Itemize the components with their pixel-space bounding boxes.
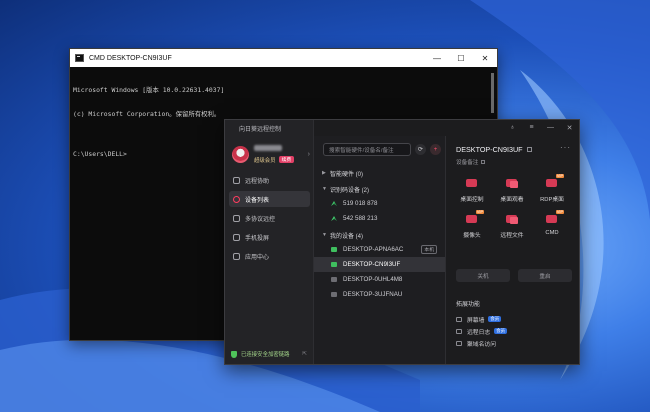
local-tag: 本机 <box>421 245 437 254</box>
chevron-right-icon[interactable]: › <box>308 151 310 158</box>
camera-button[interactable]: VIP 摄像头 <box>452 210 492 239</box>
desktop-view-icon <box>504 176 520 190</box>
secure-status: 已连接安全加密链路 ⇱ <box>231 350 307 358</box>
minimize-button[interactable]: — <box>425 49 449 67</box>
group-id-devices[interactable]: ▼ 识别码设备 (2) <box>314 182 445 196</box>
remote-app-window[interactable]: 超级会员 续费 › 远程协助 设备列表 多协议远控 手机投屏 应用中心 已连接安… <box>224 119 580 365</box>
app-title: 向日葵远程控制 <box>239 127 282 133</box>
device-list-panel: 搜索智能硬件/设备名/备注 ⟳ + ▶ 智能硬件 (0) ▼ 识别码设备 (2) 5… <box>314 136 446 364</box>
more-options-icon[interactable]: ··· <box>560 143 571 152</box>
device-row[interactable]: DESKTOP-APNA6AC 本机 <box>314 242 445 257</box>
renew-badge[interactable]: 续费 <box>278 156 295 163</box>
edit-icon[interactable] <box>526 147 532 152</box>
cmd-button[interactable]: VIP CMD <box>532 210 572 239</box>
refresh-button[interactable]: ⟳ <box>415 144 426 155</box>
device-row-selected[interactable]: DESKTOP-CN9I3UF <box>314 257 445 272</box>
console-line: (c) Microsoft Corporation。保留所有权利。 <box>73 110 221 118</box>
device-row[interactable]: DESKTOP-0UHL4M8 <box>314 272 445 287</box>
sidebar-item-screen-mirror[interactable]: 手机投屏 <box>229 229 310 245</box>
folder-icon <box>504 212 520 226</box>
offline-icon <box>331 292 337 297</box>
menu-icon[interactable]: ≡ <box>522 124 541 132</box>
chevron-right-icon: ▶ <box>322 170 326 176</box>
device-row[interactable]: 542 588 213 <box>314 211 445 226</box>
log-icon <box>456 328 462 334</box>
screen-wall-item[interactable]: 屏幕墙 会员 <box>456 313 507 325</box>
extended-features-title: 拓展功能 <box>456 302 481 308</box>
username <box>254 144 294 153</box>
screen-wall-icon <box>456 316 462 322</box>
terminal-icon: VIP <box>544 210 564 226</box>
edit-icon[interactable] <box>481 160 486 164</box>
grid-icon <box>233 252 240 260</box>
notification-icon[interactable]: ♁ <box>503 124 522 132</box>
member-badge: 会员 <box>494 328 507 334</box>
user-profile[interactable]: 超级会员 续费 › <box>232 144 310 164</box>
sidebar-item-app-center[interactable]: 应用中心 <box>229 248 310 264</box>
device-row[interactable]: DESKTOP-3UJFNAU <box>314 287 445 302</box>
domain-access-item[interactable]: 聚域名访问 <box>456 337 507 349</box>
online-icon <box>331 247 337 252</box>
desktop-control-button[interactable]: 桌面控制 <box>452 176 492 203</box>
link-icon <box>331 216 337 221</box>
offline-icon <box>331 277 337 282</box>
close-button[interactable]: ✕ <box>560 124 579 132</box>
chevron-down-icon: ▼ <box>322 186 327 192</box>
sidebar-item-device-list[interactable]: 设备列表 <box>229 191 310 207</box>
minimize-button[interactable]: — <box>541 124 560 132</box>
membership-label: 超级会员 <box>254 157 276 164</box>
device-row[interactable]: 519 018 878 <box>314 196 445 211</box>
restart-button[interactable]: 重启 <box>518 269 572 282</box>
link-icon <box>331 201 337 206</box>
cmd-title: CMD DESKTOP-CN9I3UF <box>89 54 172 62</box>
online-icon <box>331 262 337 267</box>
assist-icon <box>233 176 240 184</box>
device-detail-panel: DESKTOP-CN9I3UF ··· 设备备注 桌面控制 桌面观看 VIP RD… <box>446 136 579 364</box>
device-list-icon <box>233 195 240 203</box>
cmd-titlebar[interactable]: CMD DESKTOP-CN9I3UF — ☐ ✕ <box>70 49 497 67</box>
sidebar-item-multi-protocol[interactable]: 多协议远控 <box>229 210 310 226</box>
search-input[interactable]: 搜索智能硬件/设备名/备注 <box>323 143 411 156</box>
group-smart-hardware[interactable]: ▶ 智能硬件 (0) <box>314 166 445 180</box>
sidebar: 超级会员 续费 › 远程协助 设备列表 多协议远控 手机投屏 应用中心 已连接安… <box>225 120 314 364</box>
member-badge: 会员 <box>488 316 502 322</box>
device-note: 设备备注 <box>456 160 479 166</box>
app-titlebar[interactable]: 向日葵远程控制 ♁ ≡ — ✕ <box>239 120 579 136</box>
globe-icon <box>456 340 462 346</box>
console-line: Microsoft Windows [版本 10.0.22631.4037] <box>73 86 225 94</box>
protocol-icon <box>233 214 240 222</box>
device-name: DESKTOP-CN9I3UF <box>456 145 523 154</box>
desktop-control-icon <box>464 176 480 190</box>
avatar[interactable] <box>232 145 249 163</box>
terminal-icon <box>75 54 84 62</box>
desktop-view-button[interactable]: 桌面观看 <box>492 176 532 203</box>
rdp-desktop-button[interactable]: VIP RDP桌面 <box>532 174 572 203</box>
shield-icon <box>231 350 237 358</box>
monitor-icon <box>233 233 240 241</box>
rdp-icon: VIP <box>544 174 564 190</box>
sidebar-item-remote-assist[interactable]: 远程协助 <box>229 172 310 188</box>
shutdown-button[interactable]: 关机 <box>456 269 510 282</box>
logout-icon[interactable]: ⇱ <box>302 351 307 357</box>
remote-file-button[interactable]: 远程文件 <box>492 212 532 239</box>
add-device-button[interactable]: + <box>430 144 441 155</box>
close-button[interactable]: ✕ <box>473 49 497 67</box>
camera-icon: VIP <box>464 210 484 226</box>
maximize-button[interactable]: ☐ <box>449 49 473 67</box>
remote-log-item[interactable]: 远程日志 会员 <box>456 325 507 337</box>
chevron-down-icon: ▼ <box>322 232 327 238</box>
group-my-devices[interactable]: ▼ 我的设备 (4) <box>314 228 445 242</box>
